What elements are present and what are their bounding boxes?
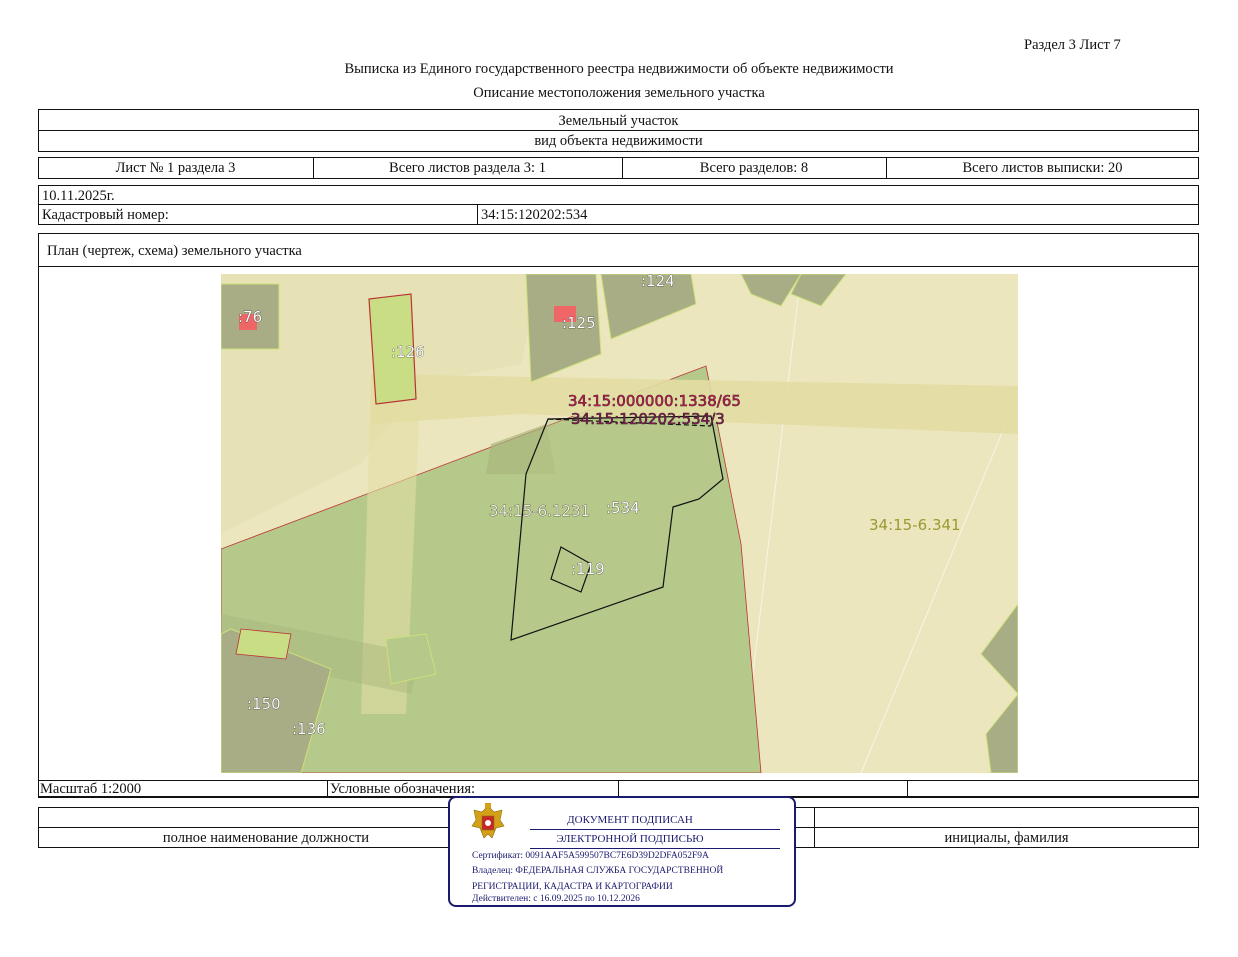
stamp-certificate: Сертификат: 0091AAF5A599507BC7E6D39D2DFA…: [472, 851, 709, 861]
cadastral-map: :76 :124 :125 :126 34:15:000000:1338/65 …: [221, 274, 1018, 773]
divider: [477, 204, 478, 225]
position-caption: полное наименование должности: [162, 830, 370, 846]
cadastral-number: 34:15:120202:534: [481, 207, 588, 223]
stamp-validity: Действителен: с 16.09.2025 по 10.12.2026: [472, 894, 640, 904]
label-124: :124: [641, 274, 675, 290]
scale-label: Масштаб 1:2000: [40, 781, 142, 797]
label-136: :136: [292, 720, 326, 738]
stamp-owner-1: Владелец: ФЕДЕРАЛЬНАЯ СЛУЖБА ГОСУДАРСТВЕ…: [472, 866, 724, 876]
stamp-line-2: ЭЛЕКТРОННОЙ ПОДПИСЬЮ: [556, 833, 704, 845]
divider: [907, 780, 908, 798]
total-sheets-extract: Всего листов выписки: 20: [962, 160, 1123, 176]
stamp-owner-2: РЕГИСТРАЦИИ, КАДАСТРА И КАРТОГРАФИИ: [472, 882, 673, 892]
object-type: Земельный участок: [558, 113, 679, 129]
divider: [38, 204, 1199, 205]
object-type-caption: вид объекта недвижимости: [534, 133, 703, 149]
cadastral-label: Кадастровый номер:: [42, 207, 169, 223]
document-subtitle: Описание местоположения земельного участ…: [473, 85, 765, 101]
divider: [530, 848, 780, 849]
label-534-3: 34:15:120202:534/3: [571, 410, 725, 428]
total-sections: Всего разделов: 8: [699, 160, 809, 176]
label-119: :119: [571, 560, 605, 578]
divider: [327, 780, 328, 798]
label-76: :76: [238, 308, 262, 326]
document-title: Выписка из Единого государственного реес…: [344, 61, 894, 77]
label-126: :126: [391, 343, 425, 361]
section-sheet-label: Раздел 3 Лист 7: [1024, 37, 1121, 53]
label-1338: 34:15:000000:1338/65: [568, 392, 741, 410]
label-534: :534: [606, 499, 640, 517]
name-caption: инициалы, фамилия: [944, 830, 1069, 846]
stamp-line-1: ДОКУМЕНТ ПОДПИСАН: [567, 814, 693, 826]
date-cadastral-block: [38, 185, 1199, 225]
coat-of-arms-icon: [471, 803, 505, 839]
label-zone-341: 34:15-6.341: [869, 516, 961, 534]
divider: [530, 829, 780, 830]
extract-date: 10.11.2025г.: [42, 188, 115, 204]
label-150: :150: [247, 695, 281, 713]
label-zone-1231: 34:15-6.1231: [489, 502, 590, 520]
divider: [38, 130, 1199, 131]
total-sheets-section: Всего листов раздела 3: 1: [389, 160, 546, 176]
signature-stamp: ДОКУМЕНТ ПОДПИСАН ЭЛЕКТРОННОЙ ПОДПИСЬЮ С…: [448, 796, 796, 907]
label-125: :125: [562, 314, 596, 332]
sheet-number: Лист № 1 раздела 3: [115, 160, 236, 176]
parcel: [235, 628, 292, 660]
divider: [38, 266, 1199, 267]
plan-title: План (чертеж, схема) земельного участка: [47, 243, 302, 259]
